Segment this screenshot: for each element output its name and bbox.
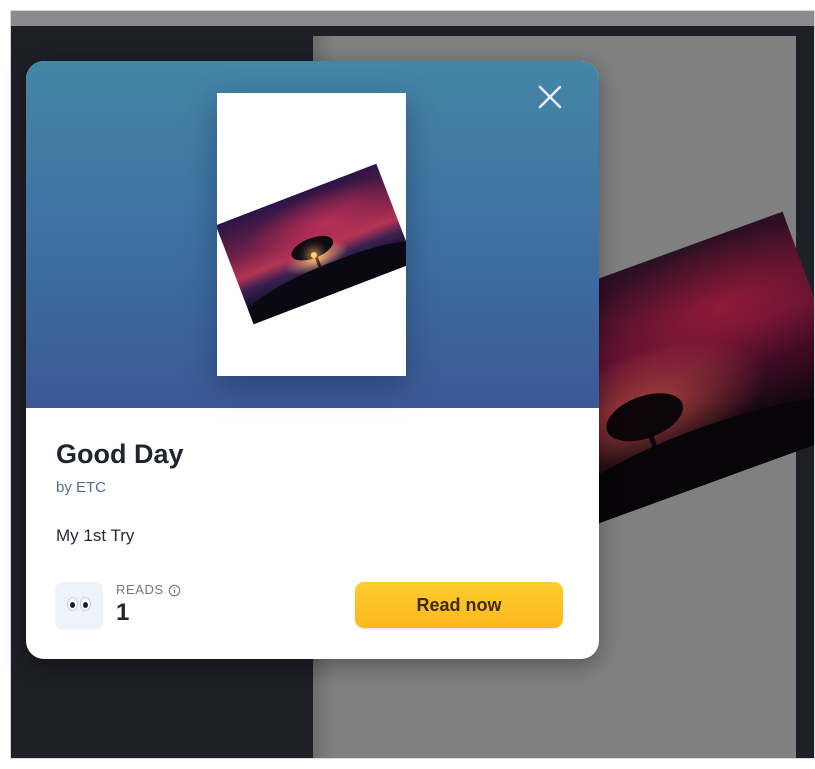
reads-label-row: READS	[116, 583, 181, 597]
reads-count: 1	[116, 599, 130, 626]
story-description: My 1st Try	[56, 526, 135, 545]
story-author[interactable]: by ETC	[56, 479, 106, 497]
cover-tree	[288, 231, 337, 266]
close-button[interactable]	[537, 84, 563, 110]
read-now-button[interactable]: Read now	[355, 582, 563, 628]
left-eye	[67, 597, 78, 611]
story-title: Good Day	[56, 439, 184, 469]
reads-label: READS	[116, 582, 164, 597]
cover-photo	[217, 163, 406, 325]
close-icon	[538, 85, 562, 109]
book-cover[interactable]	[217, 93, 406, 376]
story-preview-modal: Good Day by ETC My 1st Try READS 1 Read …	[26, 61, 599, 659]
right-eye	[80, 597, 91, 611]
info-icon[interactable]	[168, 584, 181, 597]
eyes-icon	[55, 582, 103, 630]
modal-hero	[26, 61, 599, 408]
top-bar	[11, 11, 814, 26]
